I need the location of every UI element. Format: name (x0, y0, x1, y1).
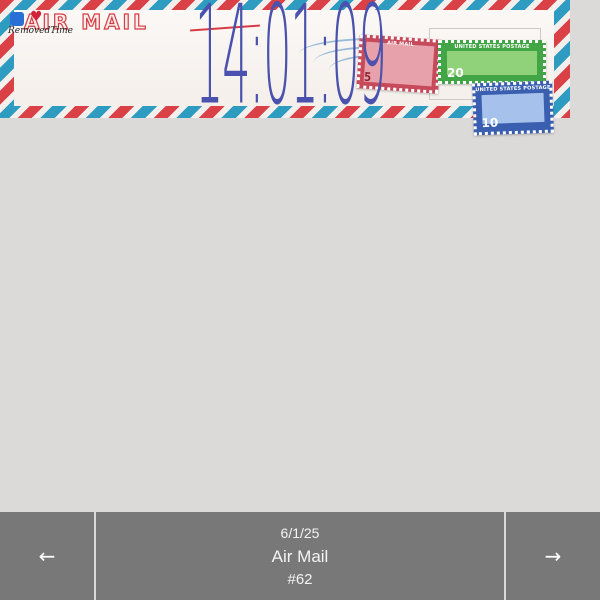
item-info: 6/1/25 Air Mail #62 (96, 512, 504, 600)
watermark-text: RemovedTime (8, 26, 73, 36)
watermark-badge-icon (10, 12, 24, 26)
stamp-10-cent: UNITED STATES POSTAGE 10 (472, 80, 554, 136)
stamp-20-cent: UNITED STATES POSTAGE 20 (438, 40, 546, 84)
next-button[interactable]: → (506, 512, 600, 600)
arrow-right-icon: → (544, 544, 562, 568)
item-title: Air Mail (271, 547, 329, 566)
previous-button[interactable]: ← (0, 512, 94, 600)
arrow-left-icon: ← (38, 544, 56, 568)
item-date: 6/1/25 (280, 525, 320, 541)
heart-icon: ♥ (30, 9, 43, 25)
watermark-logo: ♥ RemovedTime (8, 9, 73, 38)
item-number: #62 (287, 571, 313, 588)
bottom-bar: ← 6/1/25 Air Mail #62 → (0, 512, 600, 600)
clock-time: 14:01:09 (195, 0, 387, 135)
